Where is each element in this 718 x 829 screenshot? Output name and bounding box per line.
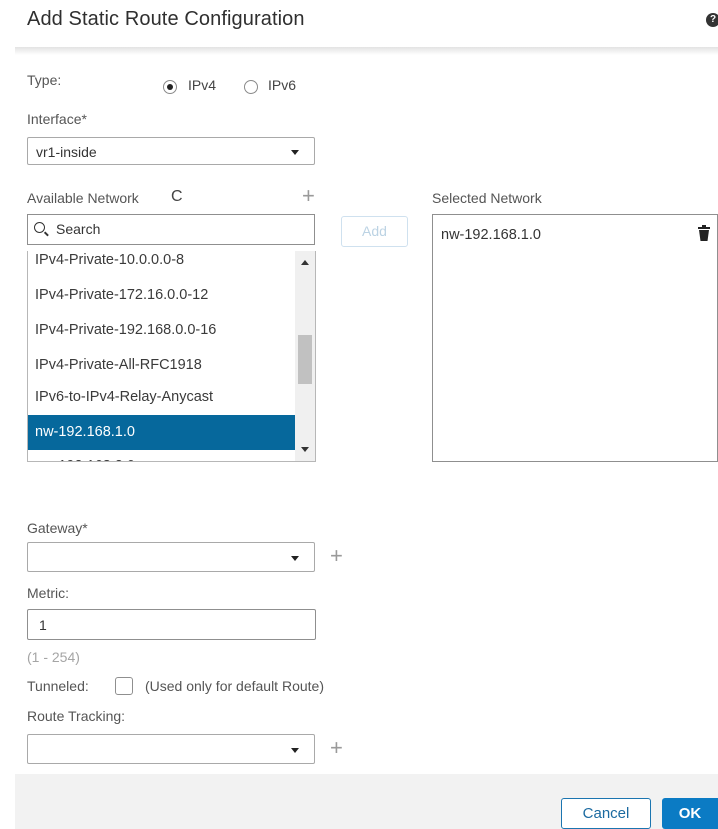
available-network-label: Available Network	[27, 190, 139, 206]
scroll-down-icon[interactable]	[301, 447, 309, 452]
radio-ipv4[interactable]	[163, 80, 177, 94]
scroll-up-icon[interactable]	[301, 260, 309, 265]
metric-label: Metric:	[27, 585, 69, 601]
type-label: Type:	[27, 72, 62, 88]
refresh-icon[interactable]: C	[171, 188, 183, 206]
gateway-label: Gateway*	[27, 520, 88, 536]
selected-network-label: Selected Network	[432, 190, 542, 206]
interface-value: vr1-inside	[36, 144, 97, 160]
static-route-dialog: Add Static Route Configuration ? Type: I…	[0, 0, 718, 829]
interface-select[interactable]: vr1-inside	[27, 137, 315, 165]
add-route-tracking-icon[interactable]: +	[330, 737, 343, 759]
chevron-down-icon	[291, 150, 299, 155]
add-network-object-icon[interactable]: +	[302, 185, 315, 207]
radio-ipv6[interactable]	[244, 80, 258, 94]
route-tracking-select[interactable]	[27, 734, 315, 764]
radio-ipv6-label[interactable]: IPv6	[268, 77, 296, 93]
list-item[interactable]: IPv4-Private-192.168.0.0-16	[28, 313, 295, 348]
trash-icon[interactable]	[698, 225, 710, 242]
scroll-thumb[interactable]	[298, 335, 312, 384]
metric-input[interactable]: 1	[27, 609, 316, 640]
chevron-down-icon	[291, 748, 299, 753]
search-icon	[34, 222, 45, 233]
list-item[interactable]: IPv6-to-IPv4-Relay-Anycast	[28, 380, 295, 415]
trash-can	[699, 230, 709, 241]
trash-lid	[698, 227, 710, 229]
metric-value: 1	[39, 617, 47, 633]
search-input[interactable]: Search	[27, 214, 315, 245]
available-network-list[interactable]: IPv4-Private-10.0.0.0-8 IPv4-Private-172…	[27, 251, 316, 462]
radio-ipv4-label[interactable]: IPv4	[188, 77, 216, 93]
list-scrollbar[interactable]	[295, 251, 315, 461]
list-item-selected[interactable]: nw-192.168.1.0	[28, 415, 295, 450]
cancel-button[interactable]: Cancel	[561, 798, 651, 829]
interface-label: Interface*	[27, 111, 87, 127]
tunneled-checkbox[interactable]	[115, 677, 133, 695]
add-gateway-icon[interactable]: +	[330, 545, 343, 567]
selected-network-box: nw-192.168.1.0	[432, 214, 718, 462]
list-item[interactable]: IPv4-Private-All-RFC1918	[28, 348, 295, 383]
list-item[interactable]: IPv4-Private-10.0.0.0-8	[28, 251, 295, 278]
header-divider	[15, 47, 718, 55]
list-item[interactable]: nw-192.168.2.0	[28, 449, 295, 461]
tunneled-label: Tunneled:	[27, 678, 89, 694]
route-tracking-label: Route Tracking:	[27, 708, 126, 724]
ok-button[interactable]: OK	[662, 798, 718, 829]
help-icon[interactable]: ?	[706, 13, 718, 27]
tunneled-note: (Used only for default Route)	[145, 678, 324, 694]
dialog-title: Add Static Route Configuration	[27, 8, 305, 30]
chevron-down-icon	[291, 556, 299, 561]
add-button[interactable]: Add	[341, 216, 408, 247]
gateway-select[interactable]	[27, 542, 315, 572]
selected-network-item: nw-192.168.1.0	[441, 227, 541, 243]
search-placeholder: Search	[56, 221, 101, 237]
metric-range-hint: (1 - 254)	[27, 649, 80, 665]
list-item[interactable]: IPv4-Private-172.16.0.0-12	[28, 278, 295, 313]
